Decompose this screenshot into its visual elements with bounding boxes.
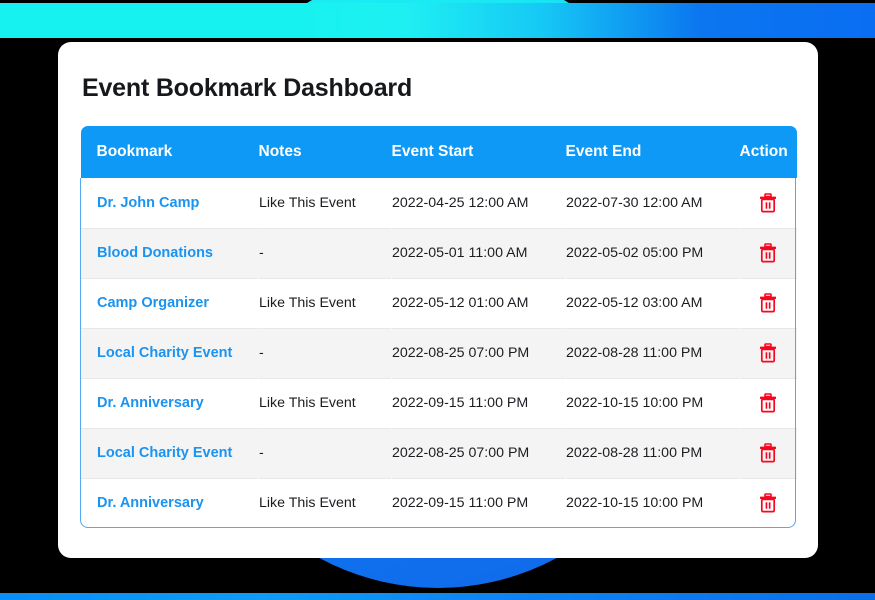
cell-bookmark[interactable]: Local Charity Event: [81, 328, 259, 378]
cell-notes: Like This Event: [259, 194, 356, 211]
cell-action: [740, 228, 797, 278]
cell-notes: -: [259, 345, 264, 361]
cell-bookmark[interactable]: Local Charity Event: [81, 428, 259, 478]
cell-event-end: 2022-10-15 10:00 PM: [566, 395, 704, 411]
cell-event-end: 2022-05-02 05:00 PM: [566, 245, 704, 261]
trash-icon[interactable]: [759, 293, 777, 313]
cell-action: [740, 328, 797, 378]
table-row: Dr. Anniversary Like This Event 2022-09-15…: [80, 378, 797, 428]
cell-notes: Like This Event: [259, 495, 356, 512]
cell-action: [740, 178, 797, 228]
cell-event-start: 2022-09-15 11:00 PM: [392, 395, 529, 411]
column-header-event-end[interactable]: Event End: [566, 126, 740, 178]
cell-event-start: 2022-04-25 12:00 AM: [392, 194, 529, 211]
cell-bookmark[interactable]: Dr. Anniversary: [81, 478, 259, 528]
table-header: Bookmark Notes Event Start Event End Act…: [80, 126, 797, 178]
trash-icon[interactable]: [759, 443, 777, 463]
bottom-gradient-strip: [0, 593, 875, 600]
column-header-action: Action: [739, 143, 788, 160]
page-title: Event Bookmark Dashboard: [82, 74, 413, 102]
cell-event-end: 2022-08-28 11:00 PM: [566, 445, 703, 461]
table-row: Dr. John Camp Like This Event 2022-04-25 1…: [80, 178, 797, 228]
cell-event-start: 2022-05-01 11:00 AM: [392, 245, 528, 261]
trash-icon[interactable]: [759, 493, 777, 513]
cell-event-end: 2022-05-12 03:00 AM: [566, 295, 703, 311]
cell-action: [740, 278, 797, 328]
screen: Event Bookmark Dashboard Bookmark Notes …: [0, 0, 875, 600]
cell-action: [740, 378, 797, 428]
cell-notes: -: [259, 245, 264, 261]
table-row: Blood Donations - 2022-05-01 11:00 AM 2022-…: [80, 228, 797, 278]
table-row: Camp Organizer Like This Event 2022-05-12 …: [80, 278, 797, 328]
cell-event-start: 2022-09-15 11:00 PM: [392, 495, 529, 512]
cell-bookmark[interactable]: Camp Organizer: [81, 278, 259, 328]
cell-bookmark[interactable]: Dr. Anniversary: [81, 378, 259, 428]
trash-icon[interactable]: [759, 243, 777, 263]
table-row: Local Charity Event - 2022-08-25 07:00 PM 2…: [80, 428, 797, 478]
bookmark-table-container: Bookmark Notes Event Start Event End Act…: [80, 126, 797, 528]
trash-icon[interactable]: [759, 393, 777, 413]
column-header-notes[interactable]: Notes: [259, 126, 392, 178]
table-row: Dr. Anniversary Like This Event 2022-09-15…: [80, 478, 797, 528]
trash-icon[interactable]: [759, 192, 777, 213]
cell-notes: Like This Event: [259, 295, 356, 311]
table-header-row: Bookmark Notes Event Start Event End Act…: [80, 126, 797, 178]
table-row: Local Charity Event - 2022-08-25 07:00 PM 2…: [80, 328, 797, 378]
trash-icon[interactable]: [759, 343, 777, 363]
bookmark-table: Bookmark Notes Event Start Event End Act…: [80, 126, 797, 528]
cell-event-end: 2022-10-15 10:00 PM: [566, 495, 704, 512]
cell-event-end: 2022-08-28 11:00 PM: [566, 345, 703, 361]
cell-event-end: 2022-07-30 12:00 AM: [566, 194, 703, 211]
column-header-event-start[interactable]: Event Start: [392, 126, 566, 178]
cell-event-start: 2022-08-25 07:00 PM: [392, 445, 530, 461]
cell-bookmark[interactable]: Blood Donations: [81, 228, 259, 278]
cell-action: [740, 478, 797, 528]
cell-notes: -: [259, 445, 264, 461]
cell-notes: Like This Event: [259, 395, 356, 411]
dashboard-card: Event Bookmark Dashboard Bookmark Notes …: [58, 42, 818, 558]
cell-action: [740, 428, 797, 478]
table-body: Dr. John Camp Like This Event 2022-04-25 1…: [80, 178, 797, 528]
cell-event-start: 2022-08-25 07:00 PM: [392, 345, 530, 361]
cell-bookmark[interactable]: Dr. John Camp: [81, 178, 259, 228]
cell-event-start: 2022-05-12 01:00 AM: [392, 295, 529, 311]
column-header-bookmark[interactable]: Bookmark: [81, 126, 259, 178]
